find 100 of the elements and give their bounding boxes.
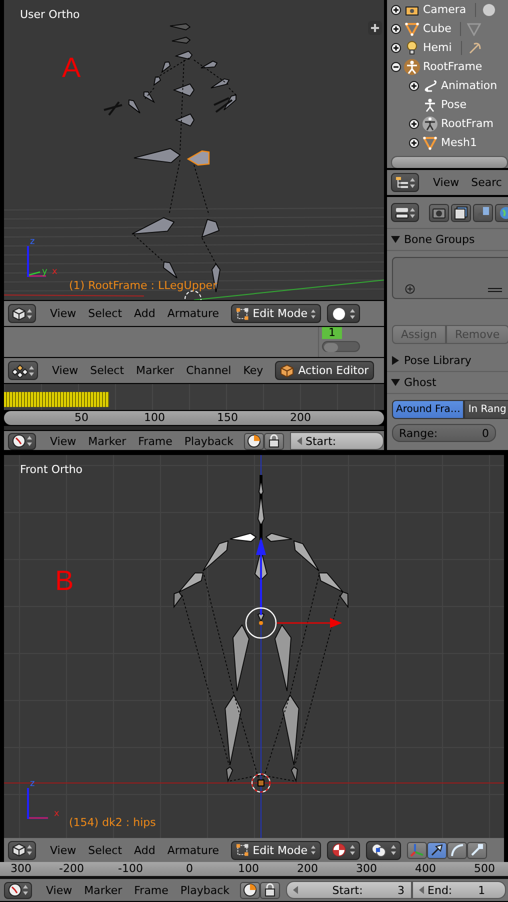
- cube-icon: [12, 843, 26, 857]
- manipulator-button[interactable]: [467, 842, 487, 858]
- vertices-icon: [236, 843, 249, 857]
- axes-icon: [410, 843, 424, 857]
- expand-icon[interactable]: [409, 138, 419, 148]
- lock-button[interactable]: [264, 432, 284, 450]
- option-tab[interactable]: Around Fra…: [392, 400, 464, 419]
- mode-dropdown[interactable]: Edit Mode: [231, 840, 321, 860]
- context-tab[interactable]: [473, 204, 493, 222]
- end-field[interactable]: End: 1: [412, 881, 506, 899]
- panel-header[interactable]: Ghost: [387, 372, 508, 394]
- context-tab[interactable]: [451, 204, 471, 222]
- outliner-item[interactable]: Hemi: [423, 41, 452, 54]
- collapse-icon[interactable]: [391, 62, 401, 72]
- expand-icon[interactable]: [409, 118, 419, 128]
- updown-icon: [311, 844, 316, 856]
- updown-icon: [410, 176, 415, 188]
- menu[interactable]: Marker: [130, 364, 180, 377]
- timeline-ruler[interactable]: 50 100 150 200: [4, 411, 384, 425]
- menu[interactable]: Add: [128, 307, 162, 320]
- expand-icon[interactable]: [409, 80, 419, 90]
- menu[interactable]: Marker: [78, 884, 128, 896]
- camera-icon: [405, 4, 419, 16]
- menu[interactable]: Add: [128, 844, 162, 856]
- range-field[interactable]: Range: 0: [392, 424, 496, 442]
- menu[interactable]: Armature: [161, 307, 225, 320]
- menu[interactable]: Playback: [174, 884, 236, 896]
- outliner-item[interactable]: RootFrame: [423, 60, 482, 73]
- menu[interactable]: Channel: [180, 364, 238, 377]
- menu[interactable]: View: [46, 364, 84, 377]
- menu[interactable]: Key: [237, 364, 270, 377]
- cube-icon: [12, 306, 26, 320]
- add-icon: [405, 284, 415, 294]
- editor-type-button[interactable]: [8, 361, 38, 380]
- tick-label: -200: [58, 862, 85, 876]
- outliner-item[interactable]: Mesh1: [441, 136, 477, 149]
- menu[interactable]: View: [44, 307, 82, 320]
- editor-type-button[interactable]: [8, 304, 36, 323]
- menu[interactable]: View: [40, 884, 78, 896]
- menu[interactable]: Select: [84, 364, 130, 377]
- editor-type-button[interactable]: [391, 173, 419, 192]
- menu[interactable]: Armature: [161, 844, 225, 856]
- editor-type-button[interactable]: [4, 882, 32, 898]
- lock-button[interactable]: [260, 882, 280, 898]
- tick-label: 200: [296, 862, 319, 876]
- expand-icon[interactable]: [391, 42, 401, 52]
- menu[interactable]: Select: [82, 844, 128, 856]
- list-field[interactable]: [392, 257, 508, 299]
- mode-dropdown[interactable]: Edit Mode: [231, 304, 321, 323]
- record-button[interactable]: [244, 432, 264, 450]
- menu[interactable]: View: [44, 844, 82, 856]
- panel-header[interactable]: Bone Groups: [387, 229, 508, 251]
- menu[interactable]: View: [44, 434, 82, 448]
- outliner-item[interactable]: Animation: [441, 79, 498, 92]
- tick-label: 500: [473, 862, 496, 876]
- editor-type-button[interactable]: [8, 432, 36, 450]
- frame-indicator[interactable]: 1: [322, 327, 342, 339]
- menu[interactable]: Marker: [82, 434, 132, 448]
- record-button[interactable]: [240, 882, 260, 898]
- ball-icon: [332, 843, 346, 857]
- menu[interactable]: Playback: [178, 434, 240, 448]
- editor-type-button[interactable]: [391, 203, 419, 222]
- scrollbar[interactable]: [391, 156, 508, 168]
- expand-icon[interactable]: [391, 24, 401, 34]
- manipulator-button[interactable]: [427, 842, 447, 858]
- menu[interactable]: View: [427, 176, 466, 189]
- menu[interactable]: Frame: [128, 884, 174, 896]
- pivot-dropdown[interactable]: [366, 840, 401, 860]
- timeline-ruler[interactable]: 300 -200 -100 0 100 200 300 400 500: [0, 862, 508, 876]
- outliner-item[interactable]: RootFram: [441, 117, 494, 130]
- keyframes-icon: [12, 364, 28, 378]
- editor-mode-dropdown[interactable]: Action Editor: [275, 361, 374, 380]
- outliner-item[interactable]: Cube: [423, 22, 452, 35]
- option-tab[interactable]: In Rang: [464, 400, 508, 419]
- menu[interactable]: Frame: [132, 434, 178, 448]
- axis-label: x: [54, 810, 60, 819]
- expand-icon[interactable]: [391, 4, 401, 14]
- shading-dropdown[interactable]: [327, 840, 360, 860]
- outliner-item[interactable]: Camera: [423, 3, 466, 16]
- tick-label: 200: [289, 411, 312, 425]
- view-letter: A: [62, 52, 81, 84]
- menu[interactable]: Searc: [465, 176, 508, 189]
- axis-label: y: [42, 268, 48, 277]
- plus-button[interactable]: [368, 21, 382, 35]
- cursor-icon: [184, 290, 202, 300]
- panel-header[interactable]: Pose Library: [387, 350, 508, 372]
- menu[interactable]: Select: [82, 307, 128, 320]
- vertices-icon: [236, 306, 249, 320]
- shading-dropdown[interactable]: [327, 304, 360, 323]
- toggle-switch[interactable]: [322, 341, 360, 352]
- figure-icon: [423, 98, 437, 112]
- start-field[interactable]: Start: 3: [286, 881, 412, 899]
- start-field[interactable]: Start:: [290, 432, 384, 450]
- transform-gizmo-drawing[interactable]: [245, 537, 342, 639]
- outliner-item[interactable]: Pose: [441, 98, 466, 111]
- manipulator-button[interactable]: [447, 842, 467, 858]
- editor-type-button[interactable]: [8, 840, 36, 860]
- camera-icon: [482, 2, 496, 16]
- left-arrow-icon: [296, 437, 302, 445]
- list-icon: [395, 176, 409, 190]
